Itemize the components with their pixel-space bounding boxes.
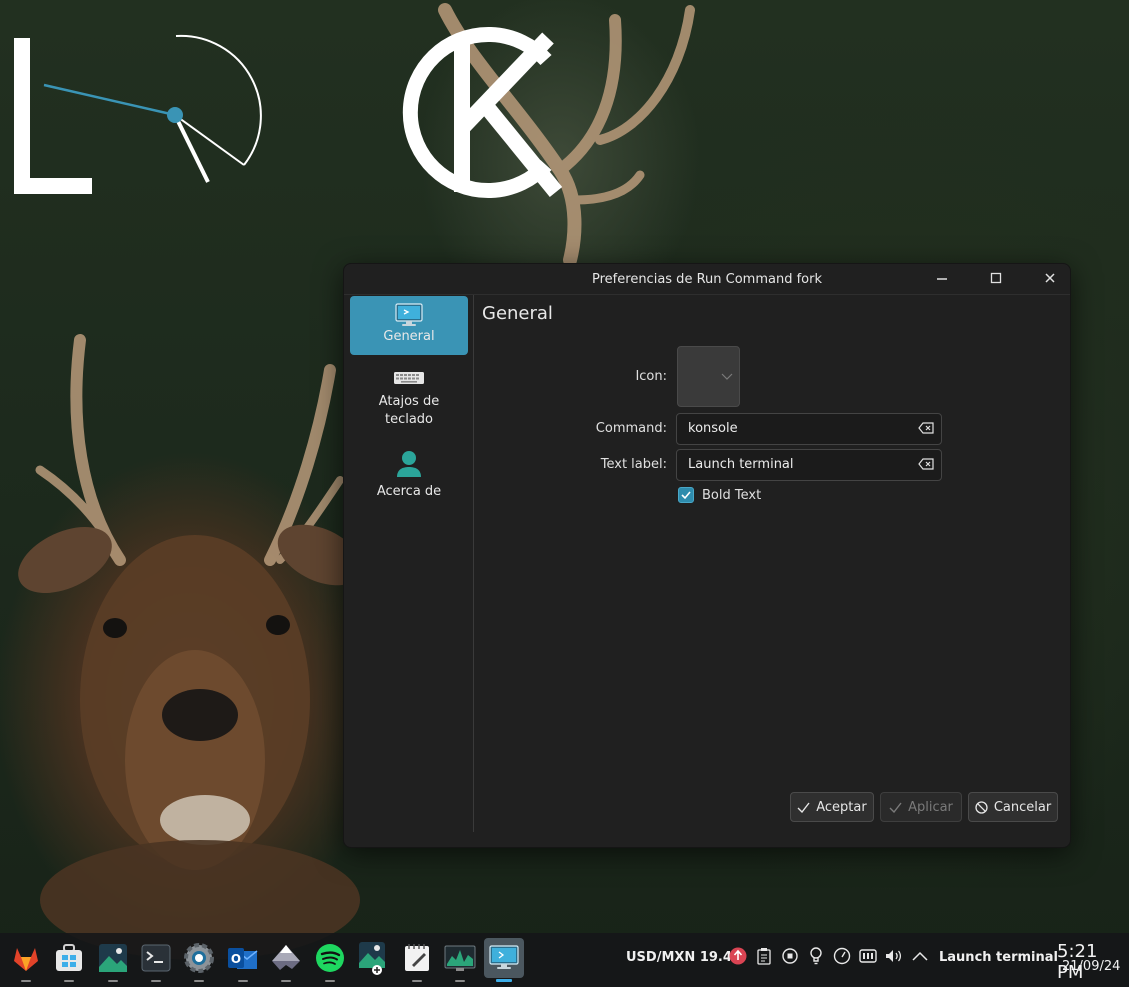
command-field[interactable]: konsole: [676, 413, 942, 445]
run-command-icon: [489, 945, 519, 969]
taskbar-app-notes[interactable]: [397, 938, 437, 982]
update-notifier[interactable]: [729, 947, 747, 965]
tray-expand-button[interactable]: [911, 947, 929, 965]
settings-icon: [184, 943, 214, 973]
cancel-label: Cancelar: [993, 799, 1052, 815]
command-label: Command:: [595, 421, 667, 436]
taskbar-app-system-monitor[interactable]: [440, 938, 480, 982]
media-control-tray[interactable]: [781, 947, 799, 965]
lock-clock-widget: [14, 27, 563, 198]
clear-command-button[interactable]: [918, 422, 934, 438]
command-value: konsole: [688, 421, 738, 436]
clear-text-label-button[interactable]: [918, 458, 934, 474]
bold-text-option[interactable]: Bold Text: [678, 487, 761, 503]
minimize-icon: [937, 278, 947, 280]
check-icon: [889, 802, 902, 813]
check-icon: [797, 802, 810, 813]
cancel-icon: [975, 800, 988, 814]
accept-button[interactable]: Aceptar: [790, 792, 874, 822]
bold-text-label: Bold Text: [702, 487, 762, 503]
gitlab-icon: [14, 948, 38, 971]
text-label-value: Launch terminal: [688, 457, 794, 472]
terminal-icon: [141, 944, 171, 972]
close-icon: [1045, 273, 1055, 283]
keyboard-icon: [350, 365, 468, 387]
apply-button[interactable]: Aplicar: [880, 792, 962, 822]
window-title: Preferencias de Run Command fork: [592, 272, 822, 287]
battery-icon: [859, 949, 877, 963]
sidebar-item-shortcuts[interactable]: Atajos de teclado: [350, 365, 468, 437]
taskbar-app-terminal[interactable]: [136, 938, 176, 982]
notes-icon: [405, 944, 429, 971]
icon-picker-button[interactable]: [677, 346, 740, 407]
taskbar-app-store[interactable]: [49, 938, 89, 982]
volume-icon: [886, 950, 902, 962]
volume-tray[interactable]: [885, 947, 903, 965]
bold-text-checkbox[interactable]: [678, 487, 694, 503]
stop-circle-icon: [782, 948, 798, 964]
titlebar: Preferencias de Run Command fork: [344, 264, 1070, 295]
clipboard-tray[interactable]: [755, 947, 773, 965]
maximize-icon: [990, 272, 1002, 284]
taskbar-app-outlook[interactable]: O: [223, 938, 263, 982]
maximize-button[interactable]: [984, 267, 1008, 289]
close-button[interactable]: [1038, 267, 1062, 289]
night-light-tray[interactable]: [807, 947, 825, 965]
taskbar: O USD/MXN 19.41 Launch terminal: [0, 933, 1129, 987]
text-label-field[interactable]: Launch terminal: [676, 449, 942, 481]
launcher-widget-text[interactable]: Launch terminal: [939, 950, 1058, 965]
chevron-up-icon: [912, 951, 928, 961]
clear-text-icon: [918, 422, 934, 434]
checkmark-icon: [681, 491, 691, 500]
minimize-button[interactable]: [930, 267, 954, 289]
taskbar-app-settings[interactable]: [179, 938, 219, 982]
taskbar-app-gitlab[interactable]: [6, 938, 46, 982]
monitor-icon: [350, 296, 468, 328]
update-alert-icon: [729, 947, 747, 965]
sidebar: General Atajos de teclado Acerca de: [344, 295, 474, 832]
preferences-dialog: Preferencias de Run Command fork General: [343, 263, 1071, 848]
taskbar-app-spotify[interactable]: [310, 938, 350, 982]
image-add-icon: [359, 942, 385, 975]
system-monitor-icon: [444, 945, 476, 971]
battery-tray[interactable]: [859, 947, 877, 965]
store-icon: [56, 944, 82, 971]
clipboard-icon: [757, 948, 771, 965]
speedometer-icon: [833, 947, 851, 965]
lightbulb-icon: [810, 947, 822, 965]
clear-text-icon: [918, 458, 934, 470]
sidebar-item-label: General: [383, 329, 435, 344]
taskbar-app-run-command[interactable]: [484, 938, 524, 982]
cancel-button[interactable]: Cancelar: [968, 792, 1058, 822]
inkscape-icon: [272, 945, 300, 970]
taskbar-app-image-add[interactable]: [353, 938, 393, 978]
svg-text:O: O: [231, 952, 241, 966]
taskbar-app-image-viewer[interactable]: [93, 938, 133, 982]
page-title: General: [482, 303, 553, 324]
user-icon: [350, 449, 468, 479]
sidebar-item-general[interactable]: General: [350, 296, 468, 355]
chevron-down-icon: [721, 373, 733, 380]
accept-label: Aceptar: [816, 799, 867, 815]
exchange-rate-widget[interactable]: USD/MXN 19.41: [626, 950, 741, 965]
text-label-label: Text label:: [600, 457, 667, 472]
clock-date[interactable]: 21/09/24: [1062, 959, 1120, 974]
power-profile-tray[interactable]: [833, 947, 851, 965]
apply-label: Aplicar: [908, 799, 953, 815]
taskbar-app-inkscape[interactable]: [266, 938, 306, 982]
sidebar-item-about[interactable]: Acerca de: [350, 449, 468, 505]
icon-label: Icon:: [635, 369, 667, 384]
image-viewer-icon: [99, 944, 127, 972]
sidebar-item-label: Acerca de: [376, 484, 442, 499]
sidebar-item-label: Atajos de teclado: [378, 394, 440, 427]
outlook-icon: O: [228, 948, 258, 969]
spotify-icon: [316, 944, 344, 972]
